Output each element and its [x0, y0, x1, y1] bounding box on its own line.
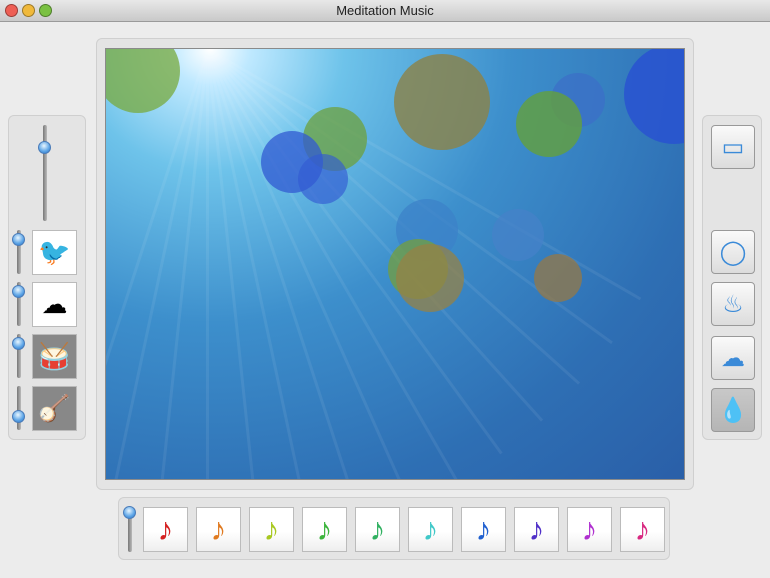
circle-icon: ◯	[719, 238, 747, 266]
visualization-canvas[interactable]	[105, 48, 685, 480]
note-button-7[interactable]: ♪	[461, 507, 506, 552]
note-button-2[interactable]: ♪	[196, 507, 241, 552]
music-note-icon: ♪	[422, 511, 439, 547]
slider-knob[interactable]	[38, 141, 51, 154]
cloud-icon: ☁	[721, 344, 745, 372]
bubble	[394, 54, 490, 150]
light-ray	[206, 49, 209, 479]
slider-knob[interactable]	[12, 337, 25, 350]
slider-knob[interactable]	[12, 285, 25, 298]
note-button-3[interactable]: ♪	[249, 507, 294, 552]
light-ray	[106, 49, 209, 479]
hummingbird-sound-button[interactable]: 🐦	[32, 230, 77, 275]
zoom-button[interactable]	[39, 4, 52, 17]
bubble	[516, 91, 582, 157]
minimize-button[interactable]	[22, 4, 35, 17]
bubble	[396, 244, 464, 312]
sky-sound-button[interactable]: ☁	[32, 282, 77, 327]
screen-icon: ▭	[721, 133, 745, 161]
tabla-sound-button[interactable]: 🥁	[32, 334, 77, 379]
bubble	[534, 254, 582, 302]
tabla-volume-slider[interactable]	[12, 334, 25, 378]
music-note-icon: ♪	[581, 511, 598, 547]
slider-knob[interactable]	[12, 410, 25, 423]
light-ray	[206, 49, 413, 479]
bubble	[298, 154, 348, 204]
title-bar: Meditation Music	[0, 0, 770, 22]
sitar-sound-button[interactable]: 🪕	[32, 386, 77, 431]
window-title: Meditation Music	[336, 3, 434, 18]
tabla-icon: 🥁	[38, 341, 71, 371]
notes-volume-slider[interactable]	[123, 506, 136, 552]
note-button-6[interactable]: ♪	[408, 507, 453, 552]
flame-icon: ♨	[722, 290, 744, 318]
music-note-icon: ♪	[475, 511, 492, 547]
note-button-4[interactable]: ♪	[302, 507, 347, 552]
master-volume-slider[interactable]	[38, 125, 51, 221]
drop-shape-button[interactable]: 💧	[711, 388, 755, 432]
cloud-shape-button[interactable]: ☁	[711, 336, 755, 380]
music-note-icon: ♪	[369, 511, 386, 547]
sitar-volume-slider[interactable]	[12, 386, 25, 430]
note-button-10[interactable]: ♪	[620, 507, 665, 552]
bubble	[492, 209, 544, 261]
note-button-8[interactable]: ♪	[514, 507, 559, 552]
sky-icon: ☁	[41, 289, 68, 319]
note-button-5[interactable]: ♪	[355, 507, 400, 552]
music-note-icon: ♪	[263, 511, 280, 547]
bubble	[624, 49, 684, 144]
slider-knob[interactable]	[123, 506, 136, 519]
music-note-icon: ♪	[210, 511, 227, 547]
bubble	[106, 49, 180, 113]
close-button[interactable]	[5, 4, 18, 17]
screen-shape-button[interactable]: ▭	[711, 125, 755, 169]
flame-shape-button[interactable]: ♨	[711, 282, 755, 326]
sky-volume-slider[interactable]	[12, 282, 25, 326]
music-note-icon: ♪	[157, 511, 174, 547]
slider-knob[interactable]	[12, 233, 25, 246]
hummingbird-volume-slider[interactable]	[12, 230, 25, 274]
note-button-1[interactable]: ♪	[143, 507, 188, 552]
note-button-9[interactable]: ♪	[567, 507, 612, 552]
music-note-icon: ♪	[634, 511, 651, 547]
hummingbird-icon: 🐦	[38, 237, 71, 267]
circle-shape-button[interactable]: ◯	[711, 230, 755, 274]
music-note-icon: ♪	[316, 511, 333, 547]
sitar-icon: 🪕	[38, 393, 71, 423]
drop-icon: 💧	[718, 396, 748, 424]
music-note-icon: ♪	[528, 511, 545, 547]
